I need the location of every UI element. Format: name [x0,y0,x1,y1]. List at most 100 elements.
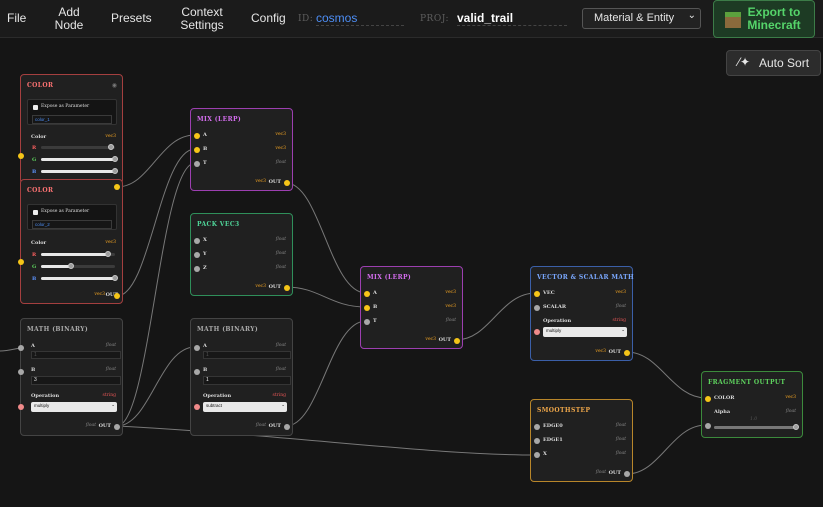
g-slider[interactable] [41,158,115,161]
mix-lerp-node-2[interactable]: MIX (LERP) A vec3 B vec3 T float vec3 OU… [360,266,463,349]
input-port-vec[interactable] [534,291,540,297]
operation-label: Operation [543,318,572,324]
r-slider-knob[interactable] [104,251,111,257]
a-value-input[interactable]: 1 [203,351,291,359]
out-type: float [255,423,266,428]
b-slider[interactable] [41,170,115,173]
input-port-b[interactable] [18,369,24,375]
expose-checkbox[interactable] [33,105,38,110]
node-title: COLOR [27,82,54,89]
input-port-b[interactable] [194,147,200,153]
input-port-a[interactable] [194,133,200,139]
color-node-2[interactable]: COLOR Expose as Parameter color_2 Color … [18,179,123,304]
wire-math1-to-smooth-x [116,425,537,456]
b-slider[interactable] [41,277,115,280]
b-slider-knob[interactable] [112,168,118,174]
chevron-down-icon: ⌄ [281,402,285,407]
g-slider-fill [41,265,71,268]
expose-checkbox[interactable] [33,210,38,215]
r-slider[interactable] [41,146,115,149]
operation-type: string [272,393,287,398]
mix-lerp-node-1[interactable]: MIX (LERP) A vec3 B vec3 T float vec3 OU… [190,108,293,191]
eye-icon[interactable]: ◉ [112,82,117,89]
input-port-alpha[interactable] [705,423,711,429]
x-label: X [203,237,207,243]
operation-select[interactable]: subtract ⌄ [203,402,287,412]
b-value-input[interactable]: 3 [31,376,121,385]
x-type: float [275,237,286,242]
wire-math2-to-mix2-t [285,320,367,427]
out-label: OUT [438,337,451,343]
color1-output-port[interactable] [114,184,120,190]
node-title: MATH (BINARY) [197,326,259,333]
fragment-output-node[interactable]: FRAGMENT OUTPUT COLOR vec3 Alpha float 1… [701,371,803,438]
out-label: OUT [268,284,281,290]
param-name-input[interactable]: color_2 [32,220,112,229]
operation-select[interactable]: multiply ⌄ [543,327,627,337]
input-port[interactable] [18,153,24,159]
input-port-t[interactable] [194,161,200,167]
output-port[interactable] [284,180,290,186]
input-port-operation[interactable] [194,404,200,410]
input-port-edge0[interactable] [534,424,540,430]
alpha-type: float [785,409,796,414]
g-slider-knob[interactable] [67,263,74,269]
alpha-value-label: 1.0 [750,417,758,422]
out-type: vec3 [425,337,436,342]
alpha-slider-knob[interactable] [793,424,799,430]
wire-mix1-to-mix2-a [285,182,367,294]
wire-color2-to-mix1-b [116,148,196,297]
output-port[interactable] [114,424,120,430]
a-type: float [105,343,116,348]
a-type: float [275,343,286,348]
input-port-b[interactable] [364,305,370,311]
output-port[interactable] [624,350,630,356]
pack-vec3-node[interactable]: PACK VEC3 X float Y float Z float vec3 O… [190,213,293,296]
operation-select[interactable]: multiply ⌄ [31,402,117,412]
input-port-z[interactable] [194,266,200,272]
output-port[interactable] [454,338,460,344]
z-type: float [275,265,286,270]
input-port-a[interactable] [194,345,200,351]
r-slider-knob[interactable] [108,144,115,150]
output-port[interactable] [284,424,290,430]
input-port-color[interactable] [705,396,711,402]
input-port-t[interactable] [364,319,370,325]
input-port-operation[interactable] [534,329,540,335]
vector-scalar-math-node[interactable]: VECTOR & SCALAR MATH VEC vec3 SCALAR flo… [530,266,634,361]
input-port-edge1[interactable] [534,438,540,444]
input-port[interactable] [18,259,24,265]
out-label: OUT [268,179,281,185]
math-binary-node-2[interactable]: MATH (BINARY) A float 1 B float 1 Operat… [190,318,293,436]
input-port-scalar[interactable] [534,305,540,311]
g-slider-knob[interactable] [112,156,118,162]
input-port-y[interactable] [194,252,200,258]
x-label: X [543,451,547,457]
b-value-input[interactable]: 1 [203,376,291,385]
input-port-b[interactable] [194,369,200,375]
g-label: G [32,264,37,270]
operation-label: Operation [203,393,232,399]
node-title: MIX (LERP) [367,274,412,281]
input-port-operation[interactable] [18,404,24,410]
input-port-a[interactable] [18,345,24,351]
param-name-input[interactable]: color_1 [32,115,112,124]
b-slider-knob[interactable] [112,275,118,281]
input-port-x[interactable] [534,452,540,458]
operation-value: subtract [206,403,223,408]
math-binary-node-1[interactable]: MATH (BINARY) A float 1 B float 3 Operat… [18,318,123,436]
b-label: B [203,367,208,373]
alpha-slider-fill [714,426,796,429]
input-port-x[interactable] [194,238,200,244]
parameter-box: Expose as Parameter color_2 [27,204,117,230]
output-port[interactable] [284,285,290,291]
scalar-type: float [615,304,626,309]
input-port-a[interactable] [364,291,370,297]
node-title: MATH (BINARY) [27,326,89,333]
smoothstep-node[interactable]: SMOOTHSTEP EDGE0 float EDGE1 float X flo… [530,399,633,482]
output-port[interactable] [114,293,120,299]
a-value-input[interactable]: 1 [31,351,121,359]
color-node-1[interactable]: COLOR ◉ Expose as Parameter color_1 Colo… [18,74,123,184]
output-port[interactable] [624,471,630,477]
color-type: vec3 [105,134,116,139]
